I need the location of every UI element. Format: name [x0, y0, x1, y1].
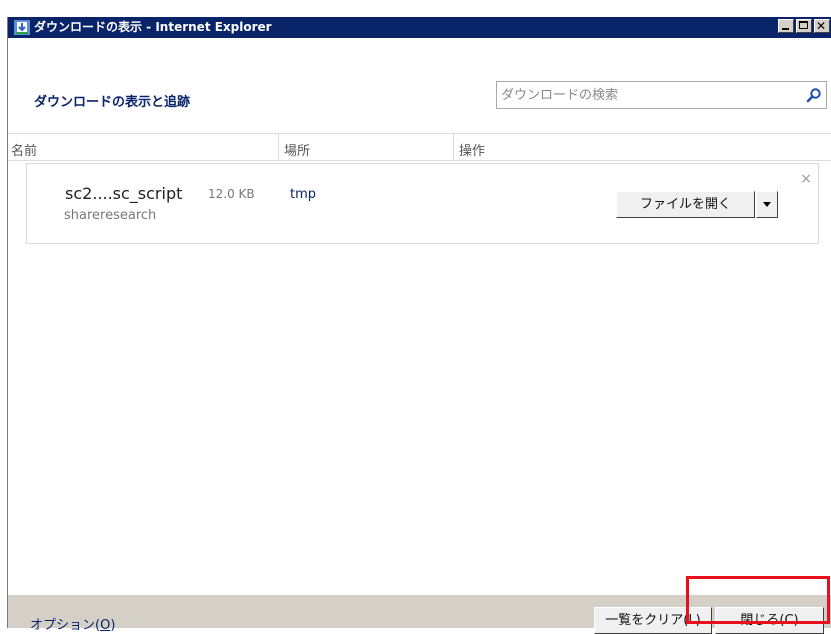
chevron-down-icon	[763, 202, 771, 207]
open-file-button[interactable]: ファイルを開く	[616, 191, 755, 218]
open-file-dropdown-button[interactable]	[756, 191, 778, 218]
column-location-header[interactable]: 場所	[284, 140, 310, 159]
column-action-header[interactable]: 操作	[459, 140, 485, 159]
title-bar[interactable]: ダウンロードの表示 - Internet Explorer ✕	[8, 17, 831, 38]
column-name-header[interactable]: 名前	[11, 140, 37, 159]
column-header: 名前 場所 操作	[8, 133, 831, 161]
search-box[interactable]	[496, 81, 827, 109]
maximize-icon	[799, 21, 808, 29]
ie-download-icon	[14, 20, 30, 35]
download-source: shareresearch	[64, 208, 157, 223]
minimize-button[interactable]	[778, 19, 794, 33]
highlight-box	[686, 576, 830, 624]
maximize-button[interactable]	[796, 19, 812, 33]
window-title: ダウンロードの表示 - Internet Explorer	[34, 20, 272, 34]
download-location-link[interactable]: tmp	[290, 187, 316, 202]
download-file-size: 12.0 KB	[208, 187, 255, 201]
close-window-button[interactable]: ✕	[814, 19, 830, 33]
open-file-split-button[interactable]: ファイルを開く	[616, 191, 778, 218]
download-item[interactable]: sc2....sc_script 12.0 KB shareresearch t…	[26, 163, 819, 244]
dismiss-download-button[interactable]: ×	[800, 172, 812, 186]
page-title: ダウンロードの表示と追跡	[34, 95, 191, 110]
minimize-icon	[782, 28, 789, 30]
options-link[interactable]: オプション(O)	[30, 614, 115, 633]
download-window: ダウンロードの表示 - Internet Explorer ✕ ダウンロードの表…	[7, 17, 831, 634]
close-icon: ✕	[816, 19, 827, 33]
column-divider[interactable]	[453, 134, 454, 160]
search-input[interactable]	[501, 85, 791, 105]
download-file-name: sc2....sc_script	[65, 184, 183, 203]
search-icon[interactable]	[806, 87, 822, 103]
column-divider[interactable]	[278, 134, 279, 160]
